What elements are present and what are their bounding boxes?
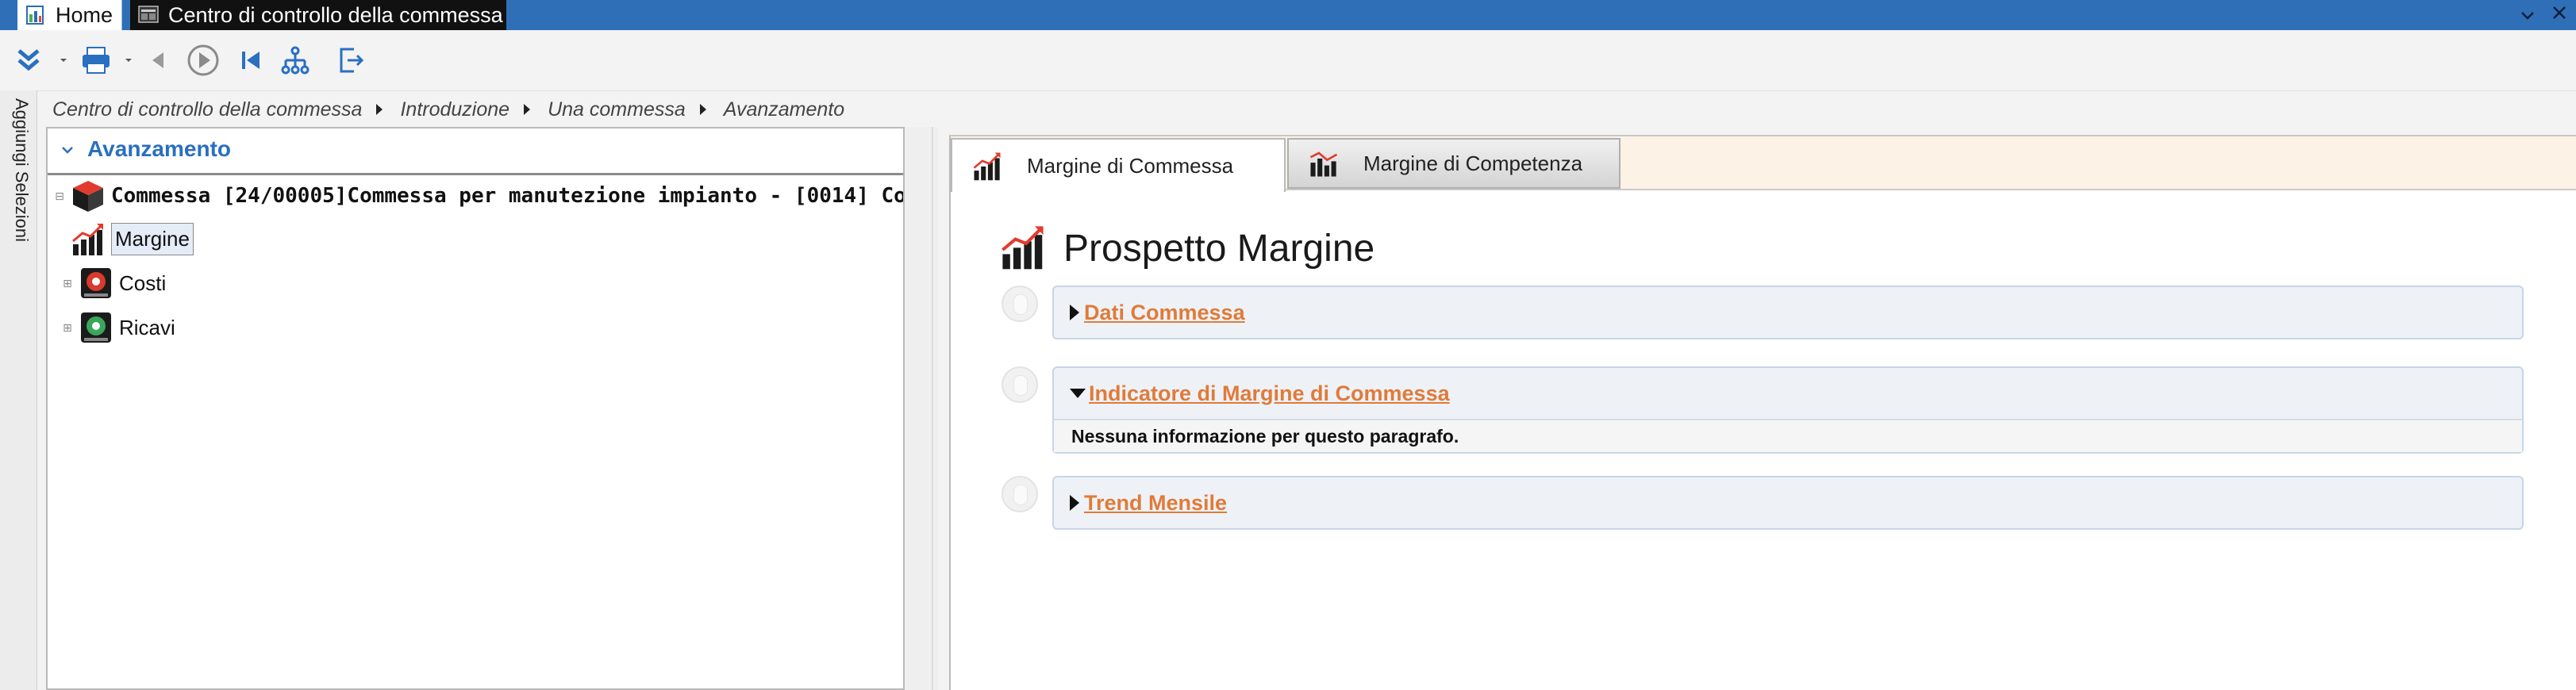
report-title: Prospetto Margine (1063, 228, 1375, 270)
section-header[interactable]: Dati Commessa (1054, 287, 2522, 338)
margin-chart-icon (70, 220, 106, 257)
tree-expander-icon[interactable]: ⊞ (62, 277, 73, 290)
section-dati-commessa: Dati Commessa (1052, 286, 2524, 339)
triangle-left-icon (152, 52, 163, 68)
tree-root[interactable]: ⊟ Commessa [24/00005]Commessa per manute… (54, 176, 905, 216)
exit-icon (340, 48, 364, 73)
exit-button[interactable] (333, 43, 368, 78)
section-info-icon (1002, 366, 1038, 403)
hierarchy-button[interactable] (278, 43, 313, 78)
breadcrumb-item[interactable]: Avanzamento (724, 98, 844, 121)
skip-first-icon (242, 52, 260, 69)
tree-item-margine[interactable]: Margine (70, 219, 194, 259)
right-panel: Margine di Commessa Margine di Competenz… (949, 135, 2576, 690)
panel-splitter[interactable] (905, 127, 938, 690)
tree-item-costi[interactable]: ⊞ Costi (62, 263, 166, 303)
left-panel: Avanzamento ⊟ Commessa [24/00005]Commess… (46, 127, 905, 690)
competence-chart-icon (1308, 148, 1340, 179)
report-tab-strip: Margine di Commessa Margine di Competenz… (951, 136, 2576, 192)
breadcrumb-item[interactable]: Una commessa (548, 98, 686, 121)
tree-item-ricavi-label: Ricavi (119, 315, 175, 339)
left-panel-title: Avanzamento (87, 136, 232, 161)
home-app-icon (25, 5, 44, 25)
breadcrumb-item[interactable]: Introduzione (400, 98, 509, 121)
tree-expander-icon[interactable]: ⊞ (62, 321, 73, 335)
breadcrumb-separator-icon (699, 104, 706, 115)
collapse-button[interactable] (11, 43, 68, 78)
section-header[interactable]: Indicatore di Margine di Commessa (1054, 368, 2522, 419)
section-title-link[interactable]: Dati Commessa (1084, 301, 1245, 325)
tree-root-label: Commessa [24/00005]Commessa per manutezi… (111, 184, 905, 208)
section-indicatore-margine: Indicatore di Margine di Commessa Nessun… (1052, 366, 2524, 454)
window-controls (2517, 0, 2570, 30)
toolbar (0, 30, 2576, 91)
breadcrumb-separator-icon (524, 104, 531, 115)
chevron-collapse-icon[interactable] (60, 140, 75, 160)
section-info-icon (1002, 476, 1038, 512)
left-panel-header[interactable]: Avanzamento (48, 128, 903, 175)
costs-icon (78, 265, 114, 301)
play-button[interactable] (184, 43, 222, 78)
breadcrumb: Centro di controllo della commessa Intro… (52, 94, 844, 125)
expand-triangle-icon[interactable] (1070, 495, 1079, 511)
tab-margine-di-competenza-label: Margine di Competenza (1363, 151, 1583, 175)
margin-chart-icon (971, 150, 1003, 182)
collapse-triangle-icon[interactable] (1070, 389, 1086, 398)
section-body-text: Nessuna informazione per questo paragraf… (1054, 419, 2522, 452)
breadcrumb-separator-icon (376, 104, 383, 115)
double-chevron-down-icon (17, 49, 67, 71)
box-icon (70, 178, 106, 214)
aggiungi-selezioni-label[interactable]: Aggiungi Selezioni (11, 98, 32, 242)
tree-item-margine-label: Margine (111, 222, 194, 255)
section-title-link[interactable]: Trend Mensile (1084, 491, 1227, 516)
play-circle-icon (187, 44, 219, 76)
expand-triangle-icon[interactable] (1070, 305, 1079, 320)
tab-margine-di-commessa[interactable]: Margine di Commessa (951, 138, 1286, 192)
tree-expander-icon[interactable]: ⊟ (54, 190, 65, 203)
back-button[interactable] (141, 43, 175, 78)
close-icon[interactable] (2549, 4, 2570, 26)
breadcrumb-item[interactable]: Centro di controllo della commessa (52, 98, 362, 121)
section-trend-mensile: Trend Mensile (1052, 476, 2524, 530)
section-title-link[interactable]: Indicatore di Margine di Commessa (1089, 381, 1450, 406)
margin-chart-icon (998, 222, 1048, 275)
tab-home[interactable]: Home (17, 0, 122, 30)
tab-margine-di-commessa-label: Margine di Commessa (1027, 153, 1234, 178)
print-button[interactable] (79, 43, 136, 78)
section-header[interactable]: Trend Mensile (1054, 477, 2522, 528)
chevron-down-icon[interactable] (2517, 4, 2538, 26)
report-heading: Prospetto Margine (998, 222, 1375, 275)
control-center-icon (138, 5, 159, 25)
tree-item-ricavi[interactable]: ⊞ Ricavi (62, 308, 175, 347)
title-bar: Home Centro di controllo della commessa (0, 0, 2576, 30)
section-info-icon (1002, 286, 1038, 322)
hierarchy-icon (281, 46, 310, 75)
tree-item-costi-label: Costi (119, 270, 167, 295)
tab-centro-controllo-label: Centro di controllo della commessa (168, 3, 503, 27)
printer-icon (83, 47, 132, 74)
tab-home-label: Home (56, 3, 113, 27)
tab-centro-controllo[interactable]: Centro di controllo della commessa (130, 0, 506, 30)
first-button[interactable] (235, 43, 267, 78)
revenues-icon (78, 309, 114, 346)
tab-margine-di-competenza[interactable]: Margine di Competenza (1287, 138, 1621, 189)
